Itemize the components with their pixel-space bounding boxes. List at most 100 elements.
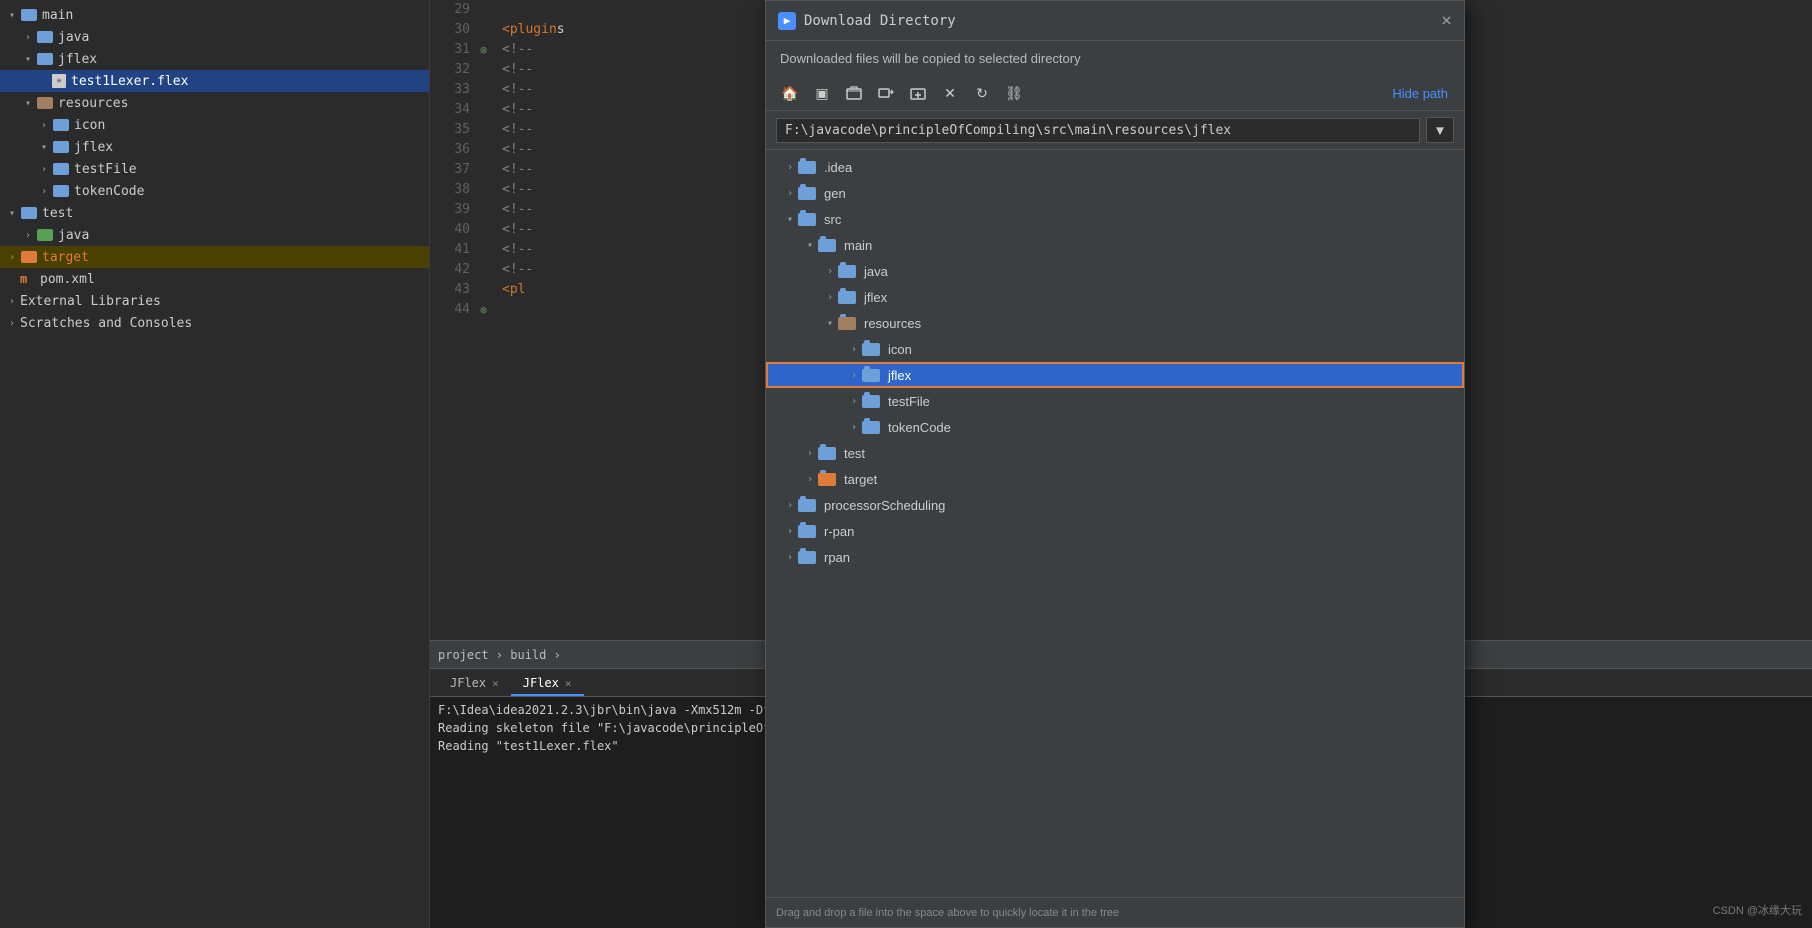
folder-icon [838,289,858,305]
dtree-item-src[interactable]: ▾ src [766,206,1464,232]
sidebar-item-scratches[interactable]: › Scratches and Consoles [0,312,429,334]
expand-arrow: › [20,32,36,43]
toolbar-folderlink-btn[interactable] [872,80,900,106]
dtree-label: .idea [824,160,852,175]
dtree-item-java[interactable]: › java [766,258,1464,284]
dtree-label: target [844,472,877,487]
dtree-item-icon[interactable]: › icon [766,336,1464,362]
sidebar-item-jflex[interactable]: ▾ jflex [0,48,429,70]
folder-icon [20,206,38,220]
dtree-item-jflex[interactable]: › jflex [766,284,1464,310]
dtree-item-rpan2[interactable]: › rpan [766,544,1464,570]
toolbar-refresh-btn[interactable]: ↻ [968,80,996,106]
toolbar-home-btn[interactable]: 🏠 [776,80,804,106]
tab-jflex-2[interactable]: JFlex × [511,672,584,696]
toolbar-delete-btn[interactable]: ✕ [936,80,964,106]
tab-label: JFlex [450,676,486,690]
path-dropdown-btn[interactable]: ▼ [1426,117,1454,143]
dtree-item-resources[interactable]: ▾ resources [766,310,1464,336]
sidebar-item-target[interactable]: › target [0,246,429,268]
dtree-item-target[interactable]: › target [766,466,1464,492]
expand-arrow: › [36,120,52,131]
folder-icon [52,140,70,154]
dtree-item-main[interactable]: ▾ main [766,232,1464,258]
sidebar-item-label: External Libraries [20,294,161,309]
dtree-item-processorscheduling[interactable]: › processorScheduling [766,492,1464,518]
dtree-label: jflex [864,290,887,305]
folder-icon [862,367,882,383]
dtree-label: rpan [824,550,850,565]
sidebar-item-label: target [42,250,89,265]
sidebar-item-java-green[interactable]: › java [0,224,429,246]
folder-icon [818,471,838,487]
tab-close-btn[interactable]: × [565,677,572,690]
expand-arrow: › [846,344,862,355]
sidebar-item-label: pom.xml [40,272,95,287]
dtree-item-tokencode[interactable]: › tokenCode [766,414,1464,440]
folder-icon [798,211,818,227]
folder-icon [798,159,818,175]
expand-arrow: › [4,252,20,263]
sidebar-item-label: java [58,30,89,45]
file-icon: ≡ [52,74,66,88]
file-tree-sidebar: ▾ main › java ▾ jflex ≡ test1Lexer.flex [0,0,430,928]
sidebar-item-label: jflex [58,52,97,67]
sidebar-item-icon[interactable]: › icon [0,114,429,136]
dtree-item-idea[interactable]: › .idea [766,154,1464,180]
expand-arrow: › [4,318,20,329]
sidebar-item-pom[interactable]: m pom.xml [0,268,429,290]
dtree-item-rpan[interactable]: › r-pan [766,518,1464,544]
folder-icon [20,250,38,264]
sidebar-item-jflex2[interactable]: ▾ jflex [0,136,429,158]
path-input[interactable] [776,118,1420,143]
sidebar-item-label: Scratches and Consoles [20,316,192,331]
line-numbers: 29 30 31 32 33 34 35 36 37 38 39 40 41 4… [430,0,480,640]
expand-arrow: › [802,448,818,459]
dtree-item-jflex-selected[interactable]: › jflex [766,362,1464,388]
sidebar-item-label: tokenCode [74,184,144,199]
toolbar-newfolder-btn[interactable] [840,80,868,106]
dtree-label: r-pan [824,524,854,539]
dialog-close-button[interactable]: × [1441,12,1452,30]
toolbar-folderplus-btn[interactable] [904,80,932,106]
dtree-label: icon [888,342,912,357]
folder-icon [52,162,70,176]
folder-icon [862,341,882,357]
expand-arrow: › [782,552,798,563]
tab-jflex-1[interactable]: JFlex × [438,672,511,696]
folder-icon [818,237,838,253]
sidebar-item-tokencode[interactable]: › tokenCode [0,180,429,202]
folder-icon [36,30,54,44]
dtree-label: gen [824,186,846,201]
dtree-label: jflex [888,368,911,383]
expand-arrow: › [36,164,52,175]
expand-arrow: › [4,296,20,307]
dtree-item-test[interactable]: › test [766,440,1464,466]
toolbar-link-btn[interactable]: ⛓ [1000,80,1028,106]
dialog-app-icon: ▶ [778,12,796,30]
dtree-item-testfile[interactable]: › testFile [766,388,1464,414]
dialog-subtitle: Downloaded files will be copied to selec… [766,41,1464,76]
sidebar-item-test[interactable]: ▾ test [0,202,429,224]
sidebar-item-ext-libs[interactable]: › External Libraries [0,290,429,312]
toolbar-view-btn[interactable]: ▣ [808,80,836,106]
expand-arrow: ▾ [4,208,20,219]
expand-arrow: ▾ [782,214,798,225]
sidebar-item-test1lexer[interactable]: ≡ test1Lexer.flex [0,70,429,92]
hide-path-button[interactable]: Hide path [1386,84,1454,103]
sidebar-item-resources[interactable]: ▾ resources [0,92,429,114]
sidebar-item-testfile[interactable]: › testFile [0,158,429,180]
expand-arrow: › [20,230,36,241]
expand-arrow: ▾ [36,142,52,153]
dtree-item-gen[interactable]: › gen [766,180,1464,206]
sidebar-item-main[interactable]: ▾ main [0,4,429,26]
dialog-file-tree[interactable]: › .idea › gen ▾ src ▾ [766,150,1464,897]
expand-arrow: ▾ [20,54,36,65]
tab-close-btn[interactable]: × [492,677,499,690]
sidebar-item-label: jflex [74,140,113,155]
expand-arrow: ▾ [822,318,838,329]
tab-label: JFlex [523,676,559,690]
sidebar-item-java[interactable]: › java [0,26,429,48]
sidebar-item-label: resources [58,96,128,111]
breadcrumb: project › build › [438,648,561,662]
